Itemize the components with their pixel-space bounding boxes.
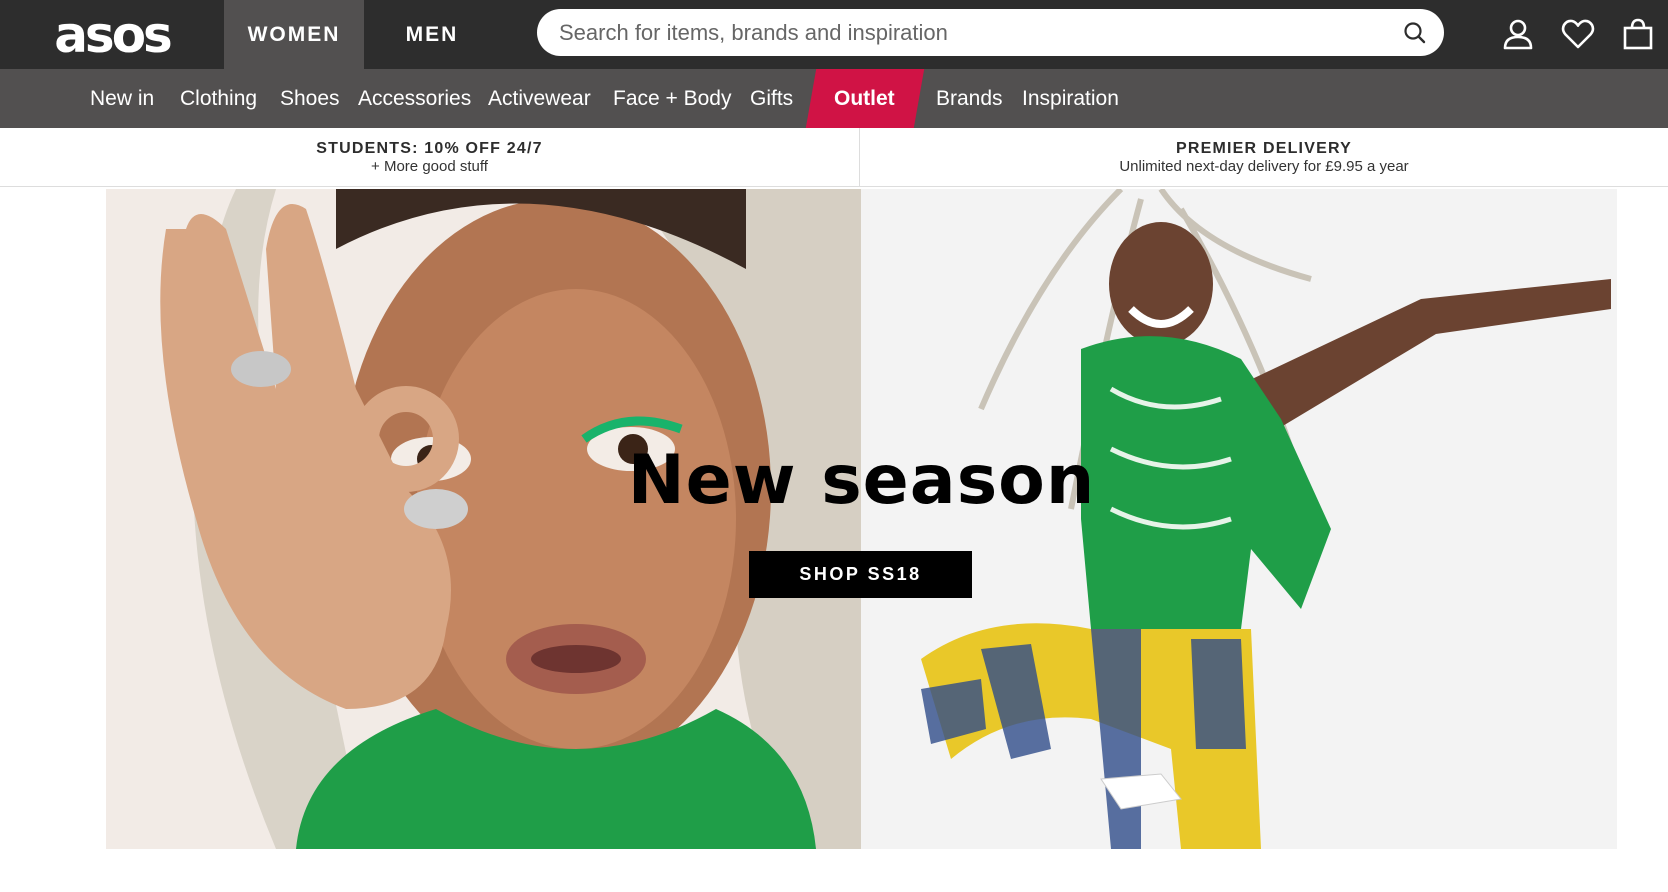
account-button[interactable] xyxy=(1488,14,1548,54)
nav-item-brands[interactable]: Brands xyxy=(936,69,1003,128)
hero-title: New season xyxy=(627,441,1096,520)
saved-items-button[interactable] xyxy=(1548,14,1608,54)
promo-subtitle: + More good stuff xyxy=(371,157,488,175)
nav-item-outlet[interactable]: Outlet xyxy=(834,69,895,128)
nav-item-face-body[interactable]: Face + Body xyxy=(613,69,731,128)
promo-title: STUDENTS: 10% OFF 24/7 xyxy=(316,139,543,157)
nav-item-inspiration[interactable]: Inspiration xyxy=(1022,69,1119,128)
account-icon xyxy=(1503,19,1533,50)
promo-premier-delivery[interactable]: PREMIER DELIVERY Unlimited next-day deli… xyxy=(860,128,1668,186)
nav-item-shoes[interactable]: Shoes xyxy=(280,69,340,128)
promo-strip: STUDENTS: 10% OFF 24/7 + More good stuff… xyxy=(0,128,1668,187)
hero-banner[interactable]: New season SHOP SS18 xyxy=(106,189,1617,849)
search-input[interactable] xyxy=(557,18,1402,47)
category-nav: New in Clothing Shoes Accessories Active… xyxy=(0,69,1668,128)
nav-item-new-in[interactable]: New in xyxy=(90,69,154,128)
asos-logo[interactable]: asos xyxy=(0,0,224,69)
tab-women[interactable]: WOMEN xyxy=(224,0,364,69)
search-bar xyxy=(537,9,1444,56)
shop-ss18-button[interactable]: SHOP SS18 xyxy=(749,551,972,598)
heart-icon xyxy=(1561,19,1595,49)
nav-item-clothing[interactable]: Clothing xyxy=(180,69,257,128)
promo-title: PREMIER DELIVERY xyxy=(1176,139,1352,157)
nav-item-activewear[interactable]: Activewear xyxy=(488,69,591,128)
search-icon[interactable] xyxy=(1402,20,1428,46)
tab-men[interactable]: MEN xyxy=(364,0,500,69)
bag-button[interactable] xyxy=(1608,14,1668,54)
promo-subtitle: Unlimited next-day delivery for £9.95 a … xyxy=(1119,157,1409,175)
site-header: asos WOMEN MEN xyxy=(0,0,1668,69)
nav-item-gifts[interactable]: Gifts xyxy=(750,69,793,128)
bag-icon xyxy=(1623,18,1653,50)
nav-item-accessories[interactable]: Accessories xyxy=(358,69,471,128)
promo-students[interactable]: STUDENTS: 10% OFF 24/7 + More good stuff xyxy=(0,128,860,186)
header-actions xyxy=(1488,14,1668,54)
